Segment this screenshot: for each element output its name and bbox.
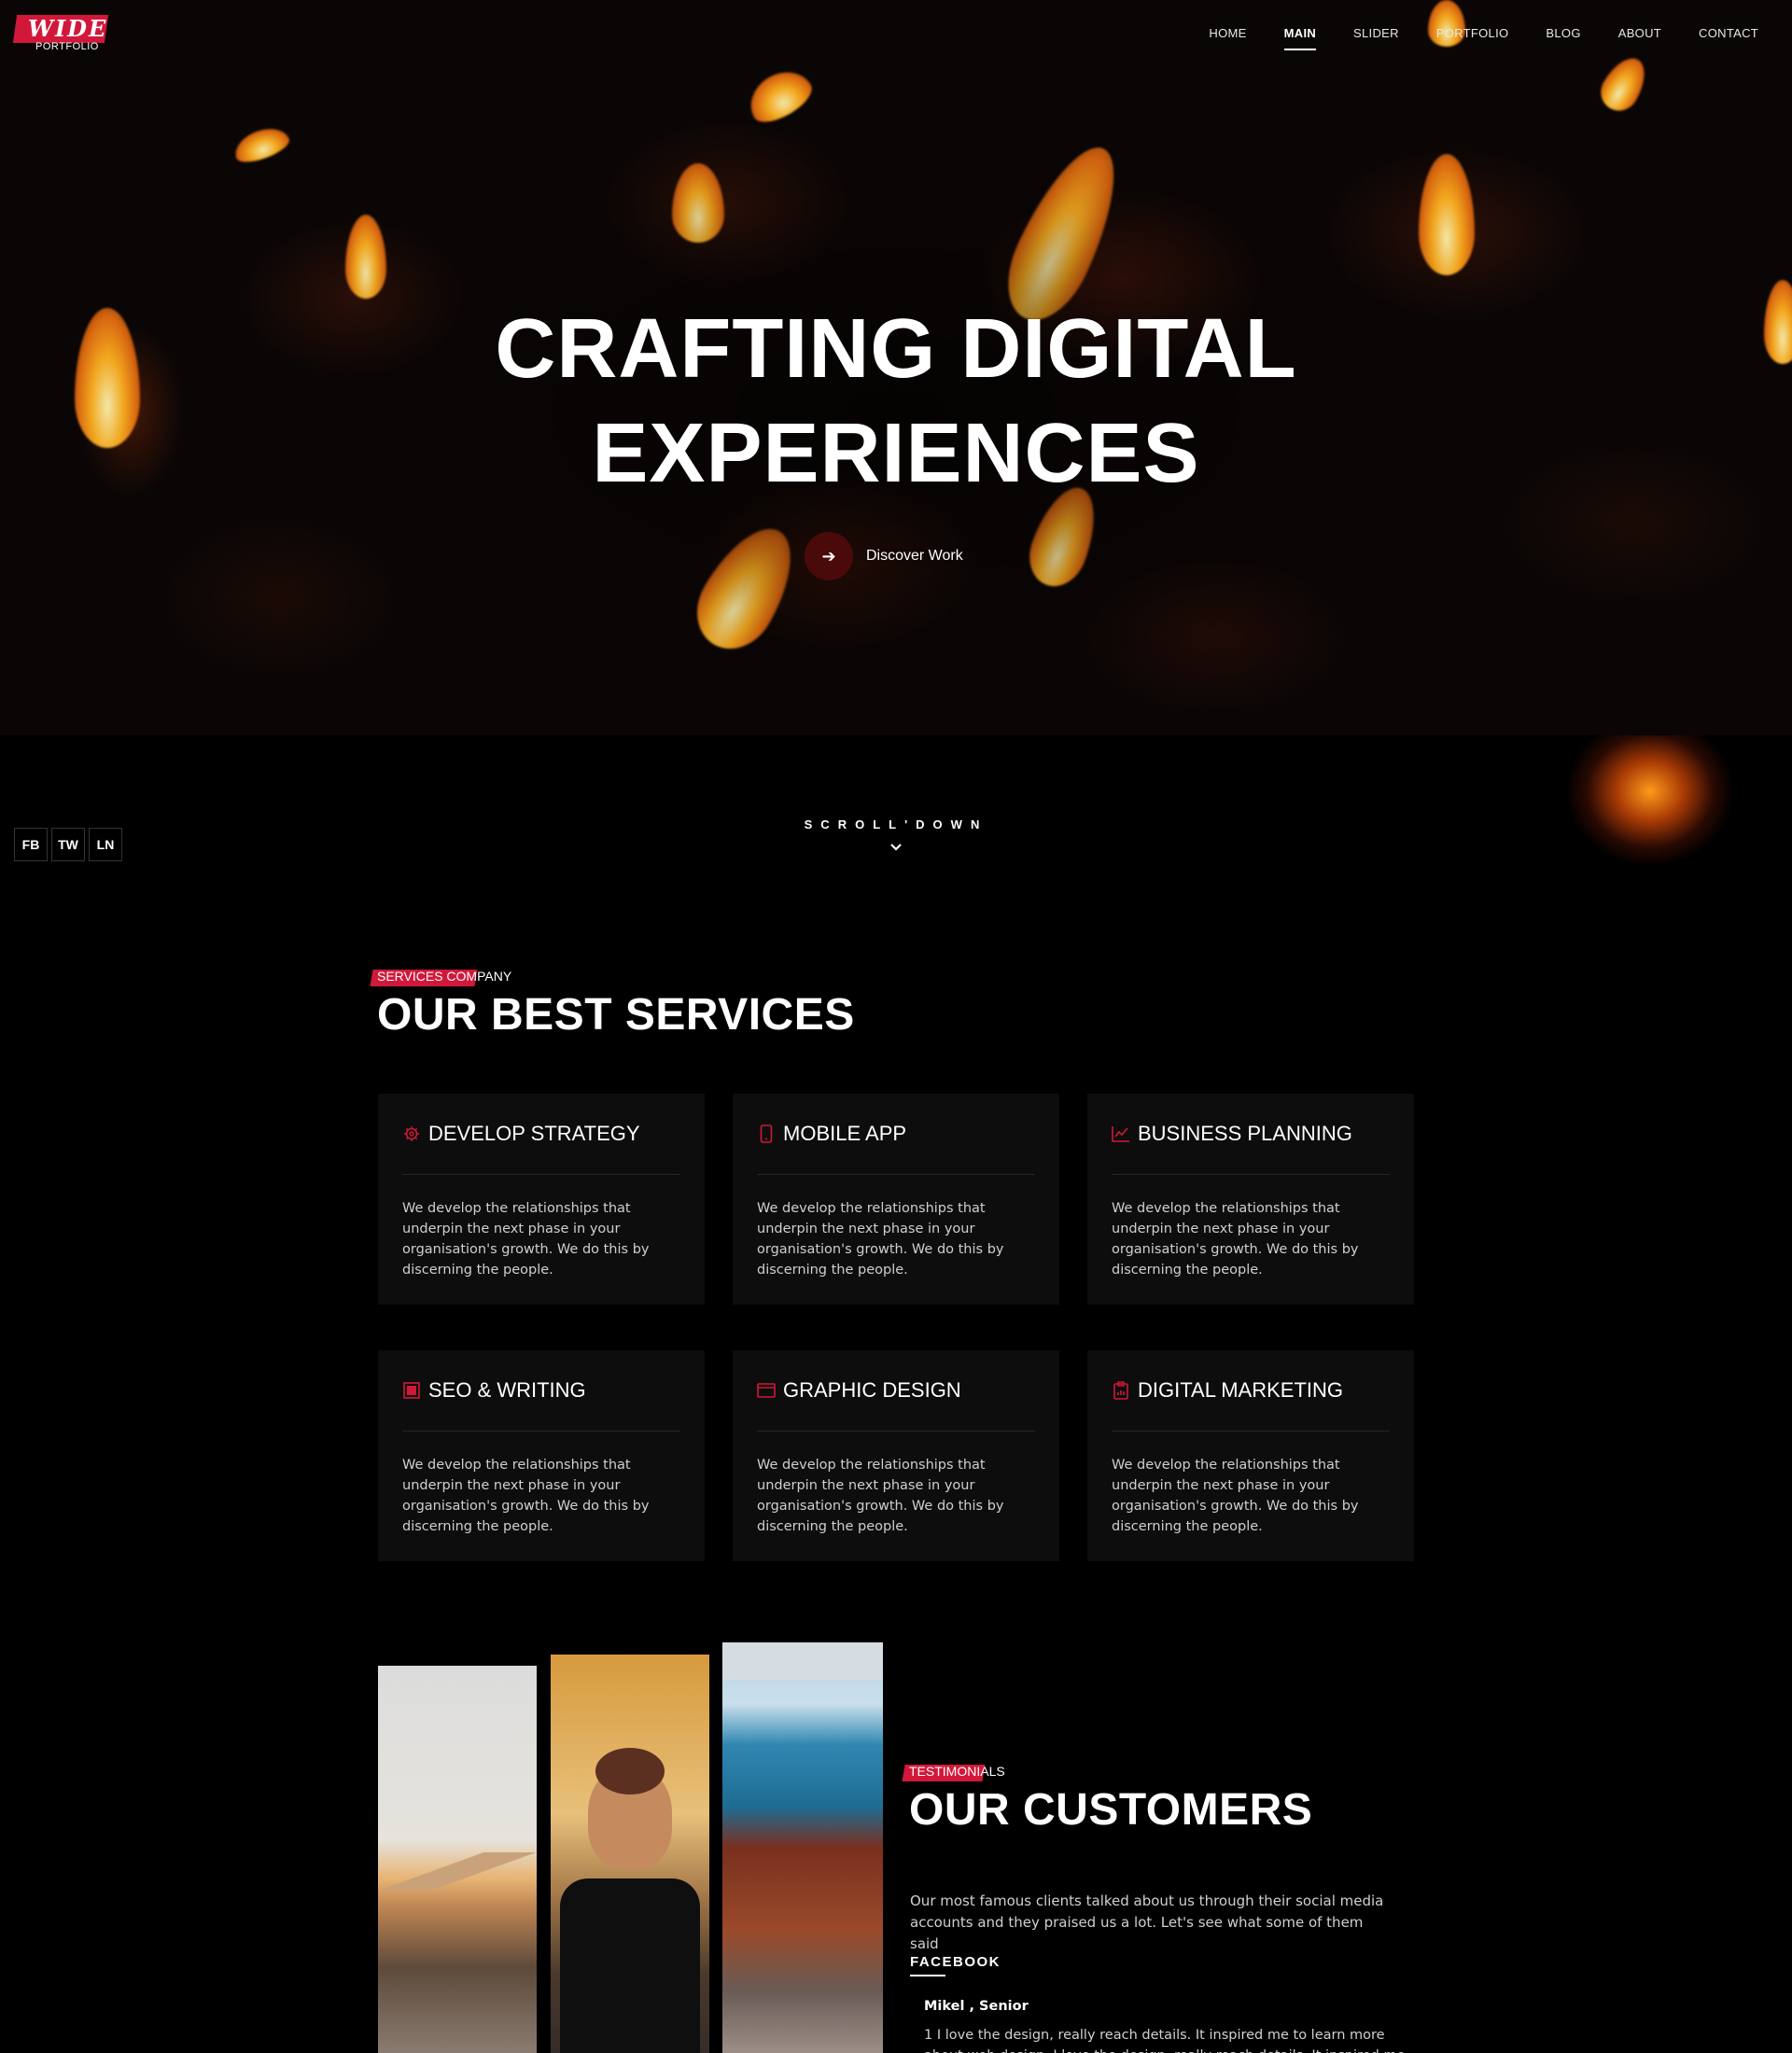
services-tag-highlight: SERVICES COM — [377, 969, 478, 984]
logo-subtitle: PORTFOLIO — [35, 41, 99, 52]
discover-work-button[interactable]: ➔ Discover Work — [805, 532, 963, 580]
card-divider — [1112, 1431, 1390, 1432]
testimonial-photo-person — [551, 1655, 709, 2053]
social-twitter[interactable]: TW — [51, 828, 85, 861]
scroll-down-label[interactable]: SCROLL'DOWN — [0, 817, 1792, 831]
building-sky — [722, 1642, 883, 1680]
service-description: We develop the relationships that underp… — [1112, 1201, 1359, 1278]
card-divider — [1112, 1174, 1390, 1175]
service-title: DEVELOP STRATEGY — [428, 1122, 640, 1145]
services-heading: OUR BEST SERVICES — [377, 990, 855, 1040]
hero-title-line1: CRAFTING DIGITAL — [495, 302, 1297, 396]
services-tag-rest: PANY — [477, 969, 512, 984]
service-card-graphic-design[interactable]: GRAPHIC DESIGN We develop the relationsh… — [733, 1350, 1059, 1561]
nav-item-blog[interactable]: BLOG — [1546, 26, 1580, 40]
nav-item-main[interactable]: MAIN — [1283, 26, 1317, 50]
service-title: GRAPHIC DESIGN — [783, 1378, 961, 1402]
image-icon — [757, 1381, 776, 1400]
service-card-digital-marketing[interactable]: DIGITAL MARKETING We develop the relatio… — [1087, 1350, 1414, 1561]
person-body — [560, 1878, 700, 2053]
service-description: We develop the relationships that underp… — [402, 1458, 650, 1534]
chart-line-icon — [1112, 1124, 1130, 1143]
service-description: We develop the relationships that underp… — [402, 1201, 650, 1278]
clipboard-chart-icon — [1112, 1381, 1130, 1400]
social-links: FB TW LN — [14, 828, 122, 861]
social-linkedin[interactable]: LN — [89, 828, 122, 861]
service-title: BUSINESS PLANNING — [1138, 1122, 1352, 1145]
testimonials-tag: TESTIMONIALS — [902, 1764, 1005, 1781]
service-title: DIGITAL MARKETING — [1138, 1378, 1344, 1402]
card-divider — [757, 1431, 1035, 1432]
arrow-right-icon: ➔ — [805, 532, 853, 580]
site-logo[interactable]: WIDE PORTFOLIO — [12, 15, 109, 52]
nav-item-contact[interactable]: CONTACT — [1699, 26, 1758, 40]
card-divider — [402, 1431, 680, 1432]
nav-item-about[interactable]: ABOUT — [1618, 26, 1661, 40]
service-card-mobile-app[interactable]: MOBILE APP We develop the relationships … — [733, 1094, 1059, 1305]
hero-image-fragment — [1519, 735, 1743, 875]
chevron-down-icon[interactable] — [887, 840, 905, 859]
nav-item-home[interactable]: HOME — [1209, 26, 1246, 40]
service-card-develop-strategy[interactable]: DEVELOP STRATEGY We develop the relation… — [378, 1094, 705, 1305]
testimonial-author: Mikel , Senior — [924, 1999, 1029, 2014]
testimonial-photo-road — [378, 1666, 537, 2053]
services-tag: SERVICES COMPANY — [370, 969, 512, 986]
gear-icon — [402, 1124, 421, 1143]
testimonial-photo-building — [722, 1642, 883, 2053]
card-divider — [402, 1174, 680, 1175]
mobile-icon — [757, 1124, 776, 1143]
testimonials-tag-highlight: TESTIMON — [909, 1764, 977, 1779]
service-card-business-planning[interactable]: BUSINESS PLANNING We develop the relatio… — [1087, 1094, 1414, 1305]
main-nav: HOME MAIN SLIDER PORTFOLIO BLOG ABOUT CO… — [1171, 26, 1758, 50]
testimonial-quote: 1 I love the design, really reach detail… — [924, 2028, 1405, 2053]
testimonials-heading: OUR CUSTOMERS — [909, 1785, 1313, 1835]
social-facebook[interactable]: FB — [14, 828, 48, 861]
discover-work-label: Discover Work — [866, 548, 963, 564]
mountain-shape — [378, 1852, 537, 1890]
nav-item-portfolio[interactable]: PORTFOLIO — [1436, 26, 1509, 40]
service-description: We develop the relationships that underp… — [757, 1201, 1004, 1278]
testimonials-tag-rest: IALS — [976, 1764, 1005, 1779]
service-description: We develop the relationships that underp… — [1112, 1458, 1359, 1534]
hero-title-line2: EXPERIENCES — [592, 407, 1200, 500]
service-description: We develop the relationships that underp… — [757, 1458, 1004, 1534]
logo-wordmark: WIDE — [28, 15, 108, 42]
tab-facebook[interactable]: FACEBOOK — [910, 1954, 1001, 1970]
card-divider — [757, 1174, 1035, 1175]
service-title: MOBILE APP — [783, 1122, 907, 1145]
document-icon — [402, 1381, 421, 1400]
nav-item-slider[interactable]: SLIDER — [1353, 26, 1399, 40]
testimonials-intro: Our most famous clients talked about us … — [910, 1892, 1384, 1952]
hero-title: CRAFTING DIGITAL EXPERIENCES — [0, 297, 1792, 506]
tab-active-indicator — [910, 1975, 945, 1976]
service-title: SEO & WRITING — [428, 1378, 586, 1402]
person-hair — [595, 1748, 665, 1795]
service-card-seo-writing[interactable]: SEO & WRITING We develop the relationshi… — [378, 1350, 705, 1561]
